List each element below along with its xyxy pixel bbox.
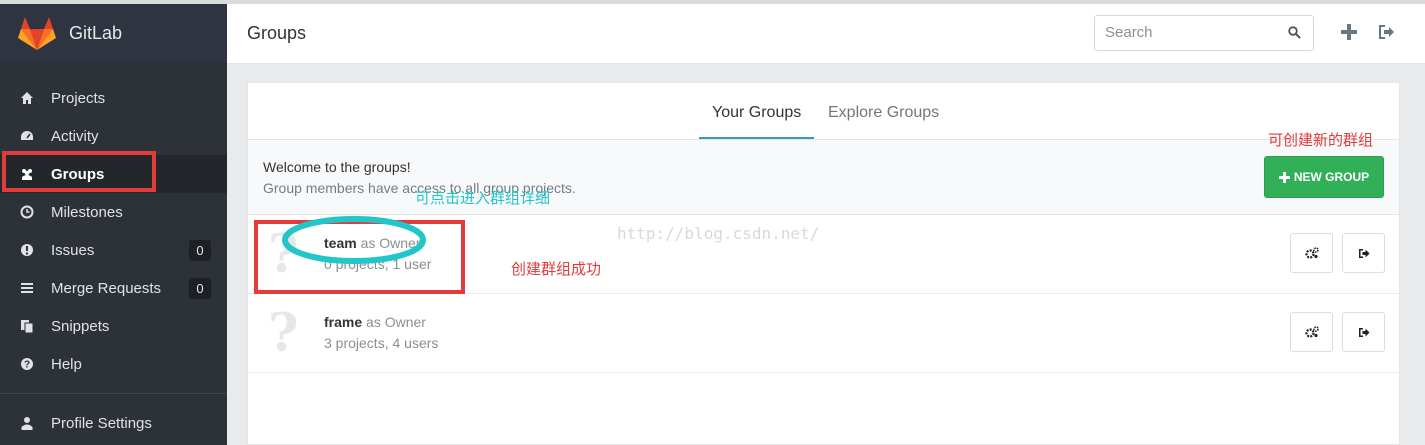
new-group-label: NEW GROUP <box>1293 170 1370 184</box>
group-row[interactable]: ? frame as Owner 3 projects, 4 users <box>248 294 1399 373</box>
sidebar-item-activity[interactable]: Activity <box>0 117 227 155</box>
annotation-success-note: 创建群组成功 <box>511 261 602 278</box>
annotation-groups-highlight <box>2 151 156 192</box>
group-settings-button[interactable] <box>1290 312 1333 352</box>
cogs-icon <box>1304 326 1319 338</box>
group-avatar-placeholder-icon: ? <box>268 303 299 364</box>
tab-your-groups[interactable]: Your Groups <box>712 104 801 122</box>
question-circle-icon: ? <box>21 358 33 371</box>
cogs-icon <box>1304 247 1319 259</box>
sidebar-divider <box>0 393 227 394</box>
sidebar-item-issues[interactable]: Issues 0 <box>0 231 227 269</box>
sidebar: GitLab Projects Activity Groups Mileston… <box>0 0 227 445</box>
tab-explore-groups[interactable]: Explore Groups <box>828 104 939 122</box>
leave-group-button[interactable] <box>1342 312 1385 352</box>
sign-out-icon <box>1358 248 1369 258</box>
search-input[interactable] <box>1105 16 1285 48</box>
group-settings-button[interactable] <box>1290 233 1333 273</box>
group-role: as Owner <box>366 314 426 330</box>
active-tab-indicator <box>699 137 814 139</box>
clock-icon <box>20 205 34 219</box>
clipboard-icon <box>21 320 34 333</box>
group-meta: 3 projects, 4 users <box>324 335 439 351</box>
user-icon <box>21 417 33 430</box>
exclamation-circle-icon <box>21 244 33 256</box>
annotation-new-group-note: 可创建新的群组 <box>1268 132 1374 149</box>
brand[interactable]: GitLab <box>0 4 227 62</box>
sign-out-icon[interactable] <box>1376 22 1396 42</box>
page-title: Groups <box>247 23 307 43</box>
search-box[interactable] <box>1094 15 1314 51</box>
group-title: frame as Owner <box>324 314 426 330</box>
sidebar-item-label: Help <box>51 355 82 373</box>
sign-out-icon <box>1358 327 1369 337</box>
merge-requests-count-badge: 0 <box>189 278 211 299</box>
annotation-cyan-ellipse <box>282 216 426 264</box>
sidebar-item-label: Projects <box>51 89 106 107</box>
group-name-link[interactable]: frame <box>324 314 362 330</box>
sidebar-item-snippets[interactable]: Snippets <box>0 307 227 345</box>
home-icon <box>21 92 33 104</box>
brand-name: GitLab <box>69 22 123 43</box>
sidebar-item-milestones[interactable]: Milestones <box>0 193 227 231</box>
welcome-title: Welcome to the groups! <box>263 159 411 175</box>
dashboard-icon <box>21 131 33 140</box>
sidebar-item-label: Issues <box>51 241 95 259</box>
sidebar-item-label: Profile Settings <box>51 414 152 432</box>
new-group-button[interactable]: NEW GROUP <box>1264 156 1384 198</box>
sidebar-item-merge-requests[interactable]: Merge Requests 0 <box>0 269 227 307</box>
gitlab-logo-icon <box>18 17 56 50</box>
annotation-click-note: 可点击进入群组详细 <box>415 190 551 207</box>
search-icon[interactable] <box>1288 26 1301 39</box>
sidebar-item-label: Merge Requests <box>51 279 162 297</box>
sidebar-item-label: Activity <box>51 127 99 145</box>
watermark: http://blog.csdn.net/ <box>617 224 820 243</box>
svg-text:?: ? <box>24 360 30 371</box>
plus-icon <box>1278 171 1290 183</box>
top-header: Groups <box>227 0 1425 64</box>
sidebar-item-projects[interactable]: Projects <box>0 79 227 117</box>
sidebar-item-label: Snippets <box>51 317 110 335</box>
list-icon <box>21 283 33 293</box>
sidebar-nav: Projects Activity Groups Milestones Issu… <box>0 79 227 442</box>
leave-group-button[interactable] <box>1342 233 1385 273</box>
sidebar-item-profile-settings[interactable]: Profile Settings <box>0 404 227 442</box>
sidebar-item-help[interactable]: ? Help <box>0 345 227 383</box>
groups-tabs: Your Groups Explore Groups <box>248 83 1399 140</box>
issues-count-badge: 0 <box>189 240 211 261</box>
plus-icon[interactable] <box>1339 22 1359 42</box>
sidebar-item-label: Milestones <box>51 203 123 221</box>
